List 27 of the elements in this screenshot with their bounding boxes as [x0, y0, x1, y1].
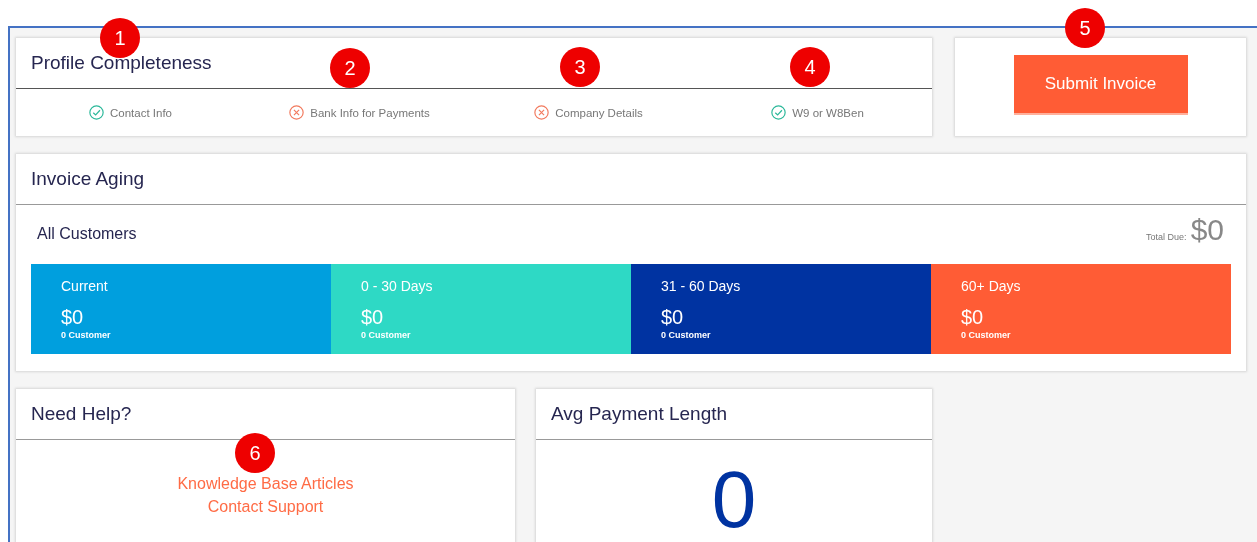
bucket-amount: $0 — [361, 306, 385, 329]
bucket-label: Current — [61, 278, 109, 294]
bucket-customer-count: 0 Customer — [961, 330, 1012, 340]
bucket-customer-count: 0 Customer — [661, 330, 712, 340]
profile-item-label: Bank Info for Payments — [310, 106, 430, 119]
card-title: Invoice Aging — [31, 168, 145, 190]
bucket-amount: $0 — [961, 306, 985, 329]
bucket-label: 0 - 30 Days — [361, 278, 434, 294]
total-due-value: $0 — [1190, 213, 1224, 247]
card-title: Need Help? — [31, 403, 132, 425]
submit-invoice-button[interactable]: Submit Invoice — [1013, 55, 1188, 115]
customer-scope-label: All Customers — [37, 225, 137, 244]
help-link[interactable]: Contact Support — [207, 498, 324, 516]
bucket-customer-count: 0 Customer — [361, 330, 412, 340]
bucket-amount: $0 — [661, 306, 685, 329]
profile-item-label: Contact Info — [110, 106, 172, 119]
help-link[interactable]: Knowledge Base Articles — [177, 475, 354, 493]
bucket-amount: $0 — [61, 306, 85, 329]
avg-payment-value: 0 — [711, 460, 757, 540]
profile-item-label: Company Details — [555, 106, 643, 119]
bucket-customer-count: 0 Customer — [61, 330, 112, 340]
card-title: Avg Payment Length — [551, 403, 728, 425]
profile-item-label: W9 or W8Ben — [792, 106, 864, 119]
annotation-marker: 5 — [1065, 8, 1105, 48]
bucket-label: 31 - 60 Days — [661, 278, 742, 294]
bucket-label: 60+ Days — [961, 278, 1022, 294]
total-due-label: Total Due: — [1146, 232, 1187, 242]
